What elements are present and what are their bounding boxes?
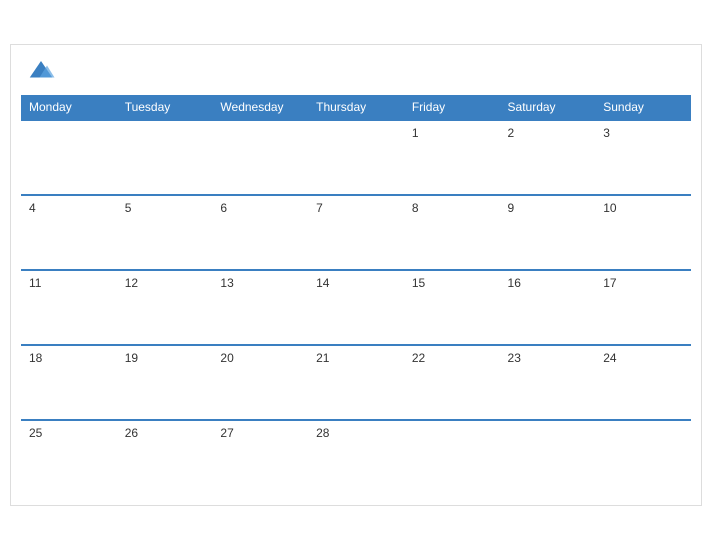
day-cell: 18 xyxy=(21,345,117,420)
day-cell: 3 xyxy=(595,120,691,195)
day-number: 27 xyxy=(220,426,233,440)
day-cell xyxy=(212,120,308,195)
day-cell: 4 xyxy=(21,195,117,270)
header-wednesday: Wednesday xyxy=(212,95,308,120)
day-cell: 13 xyxy=(212,270,308,345)
day-number: 12 xyxy=(125,276,138,290)
logo xyxy=(26,55,59,85)
day-cell: 17 xyxy=(595,270,691,345)
day-cell: 16 xyxy=(500,270,596,345)
day-cell: 11 xyxy=(21,270,117,345)
day-number: 2 xyxy=(508,126,515,140)
day-cell: 6 xyxy=(212,195,308,270)
day-cell: 8 xyxy=(404,195,500,270)
day-number: 5 xyxy=(125,201,132,215)
day-cell: 9 xyxy=(500,195,596,270)
day-number: 21 xyxy=(316,351,329,365)
day-cell: 1 xyxy=(404,120,500,195)
day-number: 3 xyxy=(603,126,610,140)
day-number: 6 xyxy=(220,201,227,215)
day-cell: 7 xyxy=(308,195,404,270)
calendar-container: Monday Tuesday Wednesday Thursday Friday… xyxy=(10,44,702,506)
week-row-4: 18 19 20 21 22 23 24 xyxy=(21,345,691,420)
day-number: 16 xyxy=(508,276,521,290)
day-cell: 21 xyxy=(308,345,404,420)
day-number: 4 xyxy=(29,201,36,215)
day-cell: 14 xyxy=(308,270,404,345)
day-number: 17 xyxy=(603,276,616,290)
day-cell xyxy=(500,420,596,495)
header-saturday: Saturday xyxy=(500,95,596,120)
day-cell: 5 xyxy=(117,195,213,270)
day-number: 15 xyxy=(412,276,425,290)
day-number: 7 xyxy=(316,201,323,215)
logo-icon xyxy=(26,55,56,85)
header-sunday: Sunday xyxy=(595,95,691,120)
day-cell: 19 xyxy=(117,345,213,420)
week-row-1: 1 2 3 xyxy=(21,120,691,195)
weekday-header-row: Monday Tuesday Wednesday Thursday Friday… xyxy=(21,95,691,120)
day-number: 28 xyxy=(316,426,329,440)
day-cell: 12 xyxy=(117,270,213,345)
day-cell: 26 xyxy=(117,420,213,495)
day-number: 20 xyxy=(220,351,233,365)
day-number: 1 xyxy=(412,126,419,140)
day-cell: 24 xyxy=(595,345,691,420)
day-cell: 28 xyxy=(308,420,404,495)
day-number: 22 xyxy=(412,351,425,365)
day-number: 25 xyxy=(29,426,42,440)
day-number: 10 xyxy=(603,201,616,215)
day-cell: 2 xyxy=(500,120,596,195)
day-cell: 10 xyxy=(595,195,691,270)
week-row-3: 11 12 13 14 15 16 17 xyxy=(21,270,691,345)
day-number: 8 xyxy=(412,201,419,215)
day-number: 9 xyxy=(508,201,515,215)
day-number: 14 xyxy=(316,276,329,290)
day-cell: 23 xyxy=(500,345,596,420)
calendar-header xyxy=(21,55,691,85)
header-thursday: Thursday xyxy=(308,95,404,120)
day-cell: 15 xyxy=(404,270,500,345)
day-number: 23 xyxy=(508,351,521,365)
header-friday: Friday xyxy=(404,95,500,120)
day-cell xyxy=(117,120,213,195)
day-number: 24 xyxy=(603,351,616,365)
day-cell: 22 xyxy=(404,345,500,420)
week-row-2: 4 5 6 7 8 9 10 xyxy=(21,195,691,270)
day-cell xyxy=(595,420,691,495)
day-number: 18 xyxy=(29,351,42,365)
header-monday: Monday xyxy=(21,95,117,120)
calendar-grid: Monday Tuesday Wednesday Thursday Friday… xyxy=(21,95,691,495)
header-tuesday: Tuesday xyxy=(117,95,213,120)
day-cell xyxy=(308,120,404,195)
week-row-5: 25 26 27 28 xyxy=(21,420,691,495)
day-number: 11 xyxy=(29,276,41,290)
day-cell: 27 xyxy=(212,420,308,495)
day-number: 19 xyxy=(125,351,138,365)
day-number: 13 xyxy=(220,276,233,290)
day-cell: 20 xyxy=(212,345,308,420)
day-cell xyxy=(21,120,117,195)
day-cell xyxy=(404,420,500,495)
day-number: 26 xyxy=(125,426,138,440)
day-cell: 25 xyxy=(21,420,117,495)
